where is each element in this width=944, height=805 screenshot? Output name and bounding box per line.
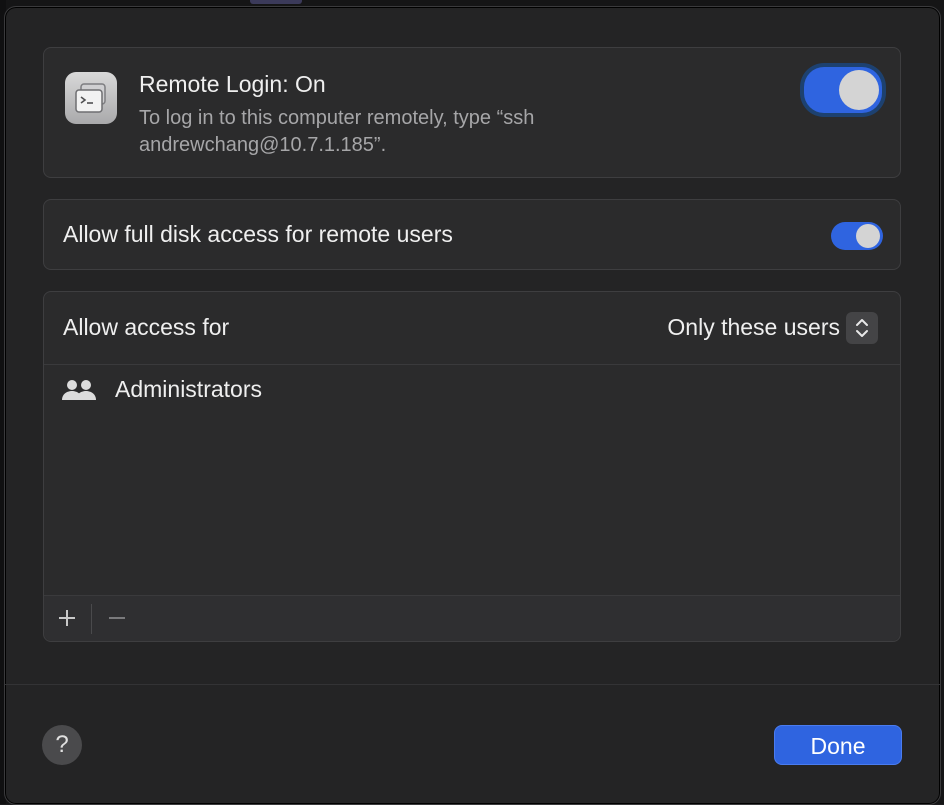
remote-login-title: Remote Login: On [139, 71, 326, 97]
access-label: Allow access for [63, 314, 230, 340]
remote-login-toggle[interactable] [804, 67, 882, 113]
access-popup-value[interactable]: Only these users [667, 314, 840, 341]
group-icon [61, 378, 97, 409]
done-button[interactable]: Done [774, 725, 902, 765]
add-button[interactable] [52, 603, 82, 633]
remote-login-card: Remote Login: On To log in to this compu… [43, 47, 901, 178]
footer-divider [5, 684, 940, 685]
list-item[interactable]: Administrators [44, 365, 900, 417]
terminal-screens-icon [65, 72, 117, 124]
user-name: Administrators [115, 376, 262, 402]
remove-button[interactable] [102, 603, 132, 633]
list-toolbar [44, 595, 900, 641]
remote-login-description: To log in to this computer remotely, typ… [139, 107, 535, 156]
toggle-knob [856, 224, 880, 248]
disk-access-toggle[interactable] [831, 222, 883, 250]
access-card: Allow access for Only these users Admini… [43, 291, 901, 642]
toggle-knob [839, 70, 879, 110]
access-header: Allow access for Only these users [44, 292, 900, 365]
disk-access-label: Allow full disk access for remote users [63, 221, 453, 247]
disk-access-card: Allow full disk access for remote users [43, 199, 901, 270]
remote-login-sheet: Remote Login: On To log in to this compu… [4, 6, 941, 805]
toolbar-separator [91, 604, 92, 634]
background-tab-highlight [250, 0, 302, 4]
chevron-updown-icon[interactable] [846, 312, 878, 344]
help-button[interactable]: ? [42, 725, 82, 765]
